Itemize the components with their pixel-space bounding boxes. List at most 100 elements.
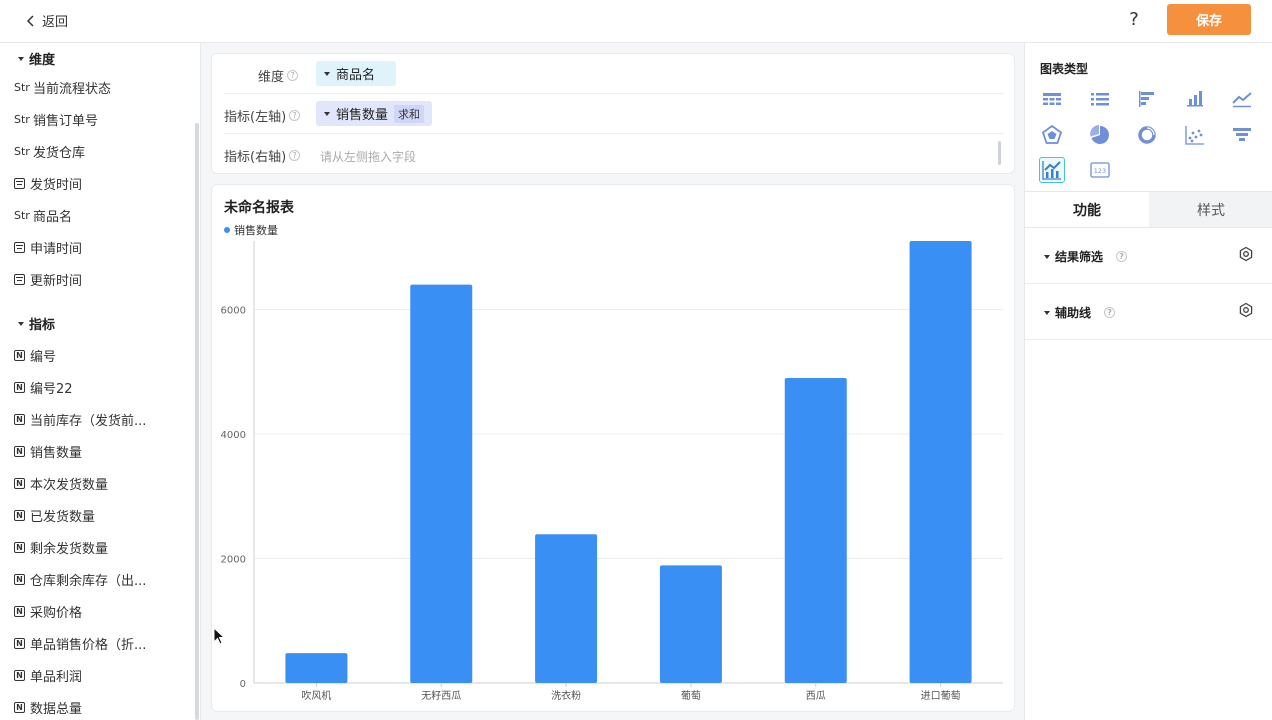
settings-gear-icon[interactable] bbox=[1238, 246, 1254, 262]
help-circle-icon[interactable]: ? bbox=[289, 150, 301, 161]
funnel-chart-icon[interactable] bbox=[1229, 122, 1255, 148]
metric-header-label: 指标 bbox=[29, 318, 56, 333]
reference-line-section[interactable]: 辅助线 ? bbox=[1025, 284, 1272, 340]
tab-style[interactable]: 样式 bbox=[1149, 192, 1272, 227]
field-label: 销售数量 bbox=[30, 446, 83, 461]
x-tick-label: 进口葡萄 bbox=[921, 689, 961, 702]
combo-chart-icon[interactable] bbox=[1039, 157, 1065, 183]
bar[interactable] bbox=[285, 653, 348, 683]
sidebar-metric-item[interactable]: N 编号22 bbox=[14, 378, 73, 397]
field-label: 数据总量 bbox=[30, 702, 83, 717]
back-button[interactable]: 返回 bbox=[26, 11, 68, 30]
y-tick-label: 4000 bbox=[221, 430, 246, 441]
line-chart-icon[interactable] bbox=[1229, 86, 1255, 112]
number-type-icon: N bbox=[14, 414, 25, 425]
number-type-icon: N bbox=[14, 382, 25, 393]
result-filter-label: 结果筛选 bbox=[1055, 250, 1104, 264]
sidebar-metric-item[interactable]: N 剩余发货数量 bbox=[14, 538, 108, 557]
caret-down-icon bbox=[1044, 254, 1050, 259]
help-circle-icon[interactable]: ? bbox=[287, 70, 299, 81]
chart-title[interactable]: 未命名报表 bbox=[224, 197, 294, 217]
caret-down-icon bbox=[1044, 310, 1050, 315]
string-type-icon: Str bbox=[14, 113, 30, 126]
sidebar-metric-item[interactable]: N 本次发货数量 bbox=[14, 474, 108, 493]
number-type-icon: N bbox=[14, 670, 25, 681]
sidebar-dimension-item[interactable]: 发货时间 bbox=[14, 174, 82, 193]
dimension-pill[interactable]: 商品名 bbox=[316, 61, 396, 86]
number-card-icon[interactable]: 123 bbox=[1087, 157, 1113, 183]
sidebar-dimension-item[interactable]: 申请时间 bbox=[14, 238, 82, 257]
field-label: 商品名 bbox=[33, 210, 73, 225]
sidebar-dimension-item[interactable]: 更新时间 bbox=[14, 270, 82, 289]
bar[interactable] bbox=[535, 534, 598, 683]
dimension-drop-row[interactable]: 维度 ? 商品名 bbox=[224, 54, 1004, 94]
sidebar-dimension-item[interactable]: Str 发货仓库 bbox=[14, 142, 85, 161]
column-chart-icon[interactable] bbox=[1182, 86, 1208, 112]
radar-chart-icon-glyph bbox=[1041, 124, 1063, 144]
sidebar-dimension-item[interactable]: Str 商品名 bbox=[14, 206, 72, 225]
left-axis-drop-row[interactable]: 指标(左轴) ? 销售数量 求和 bbox=[224, 94, 1004, 134]
sidebar-metric-item[interactable]: N 仓库剩余库存（出... bbox=[14, 570, 146, 589]
sidebar-metric-item[interactable]: N 单品销售价格（折... bbox=[14, 634, 146, 653]
right-axis-drop-row[interactable]: 指标(右轴) ? 请从左侧拖入字段 bbox=[224, 134, 1004, 174]
bar[interactable] bbox=[659, 565, 722, 683]
string-type-icon: Str bbox=[14, 145, 30, 158]
bar[interactable] bbox=[909, 241, 972, 683]
sidebar-metric-item[interactable]: N 编号 bbox=[14, 346, 56, 365]
sidebar-metric-item[interactable]: N 单品利润 bbox=[14, 666, 82, 685]
dimension-group-header[interactable]: 维度 bbox=[18, 49, 55, 68]
sidebar-metric-item[interactable]: N 已发货数量 bbox=[14, 506, 95, 525]
radar-chart-icon[interactable] bbox=[1039, 122, 1065, 148]
number-card-icon-glyph: 123 bbox=[1089, 162, 1110, 178]
settings-gear-icon[interactable] bbox=[1238, 302, 1254, 318]
calendar-icon bbox=[14, 242, 25, 253]
metric-group-header[interactable]: 指标 bbox=[18, 314, 55, 333]
metric-pill-label: 销售数量 bbox=[336, 108, 389, 123]
sidebar-dimension-item[interactable]: Str 销售订单号 bbox=[14, 110, 98, 129]
sidebar-dimension-item[interactable]: Str 当前流程状态 bbox=[14, 78, 111, 97]
field-label: 单品利润 bbox=[30, 670, 83, 685]
left-axis-row-label: 指标(左轴) ? bbox=[224, 106, 301, 125]
combo-chart-icon-glyph bbox=[1042, 161, 1061, 180]
tab-function[interactable]: 功能 bbox=[1025, 192, 1149, 227]
help-circle-icon[interactable]: ? bbox=[1104, 307, 1116, 318]
calendar-icon bbox=[14, 178, 25, 189]
donut-chart-icon[interactable] bbox=[1134, 122, 1160, 148]
result-filter-header[interactable]: 结果筛选 ? bbox=[1044, 248, 1128, 265]
donut-chart-icon-glyph bbox=[1138, 125, 1156, 144]
config-scrollbar[interactable] bbox=[998, 141, 1001, 165]
save-button[interactable]: 保存 bbox=[1167, 4, 1251, 35]
sidebar-scrollbar[interactable] bbox=[195, 123, 199, 720]
sidebar-metric-item[interactable]: N 采购价格 bbox=[14, 602, 82, 621]
list-table-icon[interactable] bbox=[1087, 86, 1113, 112]
field-label: 编号 bbox=[30, 350, 57, 365]
sidebar-metric-item[interactable]: N 销售数量 bbox=[14, 442, 82, 461]
bar[interactable] bbox=[410, 284, 473, 683]
help-circle-icon[interactable]: ? bbox=[289, 110, 301, 121]
line-chart-icon-glyph bbox=[1232, 92, 1252, 108]
chart-settings-panel: 图表类型 123 功能 样式 结果筛选 ? 辅助线 ? bbox=[1024, 43, 1272, 720]
aggregation-tag[interactable]: 求和 bbox=[394, 104, 425, 123]
scatter-chart-icon-glyph bbox=[1184, 125, 1204, 145]
y-tick-label: 0 bbox=[240, 679, 246, 690]
sidebar-metric-item[interactable]: N 当前库存（发货前... bbox=[14, 410, 146, 429]
horizontal-bar-icon[interactable] bbox=[1134, 86, 1160, 112]
y-tick-label: 6000 bbox=[221, 305, 246, 316]
top-bar: 返回 ? 保存 bbox=[0, 0, 1272, 43]
pie-chart-icon[interactable] bbox=[1087, 122, 1113, 148]
help-icon[interactable]: ? bbox=[1125, 9, 1143, 30]
result-filter-section[interactable]: 结果筛选 ? bbox=[1025, 228, 1272, 284]
number-type-icon: N bbox=[14, 350, 25, 361]
chart-card: 0 2000 4000 6000 吹风机 无籽西瓜 洗衣粉 葡萄 西瓜 进口葡萄 未命名报表 销售… bbox=[211, 184, 1015, 712]
right-axis-row-label: 指标(右轴) ? bbox=[224, 146, 301, 165]
table-icon[interactable] bbox=[1039, 86, 1065, 112]
bar[interactable] bbox=[784, 377, 847, 683]
number-type-icon: N bbox=[14, 478, 25, 489]
chart-legend[interactable]: 销售数量 bbox=[224, 222, 278, 238]
metric-pill[interactable]: 销售数量 求和 bbox=[316, 101, 433, 126]
scatter-chart-icon[interactable] bbox=[1182, 122, 1208, 148]
number-type-icon: N bbox=[14, 638, 25, 649]
help-circle-icon[interactable]: ? bbox=[1116, 251, 1128, 262]
sidebar-metric-item[interactable]: N 数据总量 bbox=[14, 698, 82, 717]
reference-line-header[interactable]: 辅助线 ? bbox=[1044, 304, 1116, 321]
